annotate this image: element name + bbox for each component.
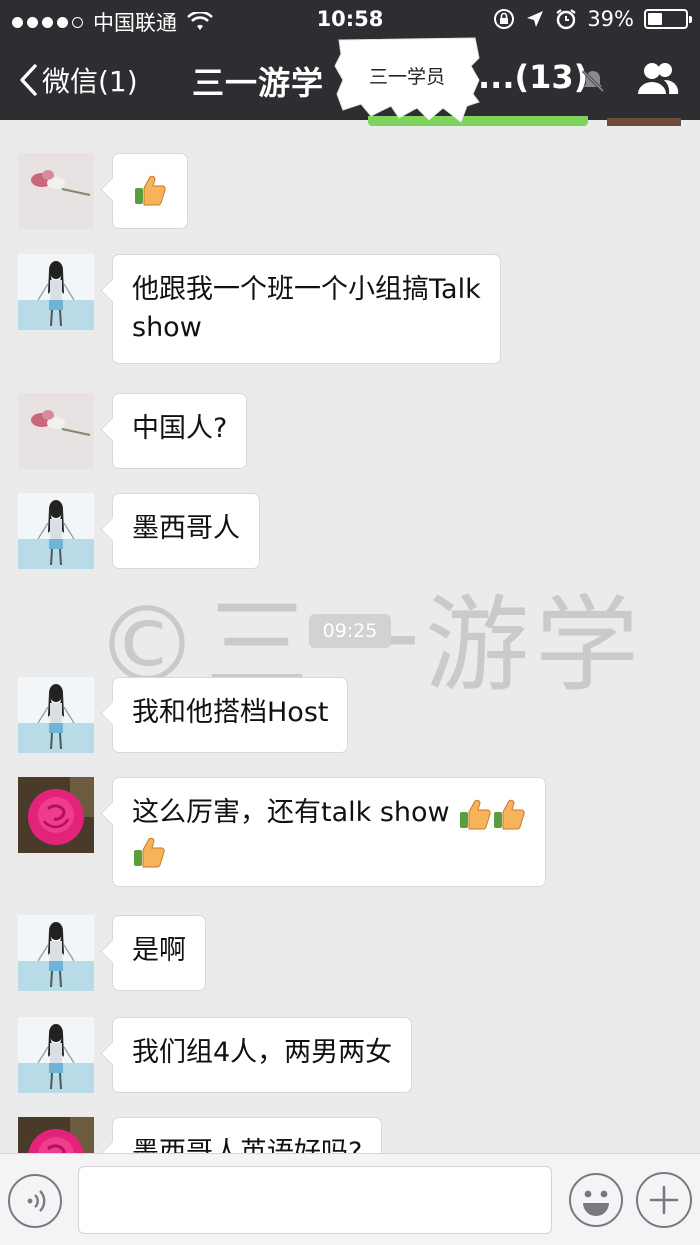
message-bubble[interactable]: 这么厉害，还有talk show [112, 777, 547, 887]
back-button[interactable]: 微信(1) [18, 60, 138, 100]
status-bar: 中国联通 10:58 39% [0, 0, 700, 40]
message-row: 中国人? [18, 393, 248, 469]
message-text: show [132, 312, 202, 343]
message-row: 他跟我一个班一个小组搞Talk show [18, 254, 501, 364]
message-row: 是啊 [18, 915, 206, 991]
message-row: 这么厉害，还有talk show [18, 777, 547, 887]
chevron-left-icon [20, 64, 37, 96]
message-bubble[interactable]: 墨西哥人英语好吗? [112, 1117, 383, 1153]
thumbs-up-icon [492, 797, 526, 829]
voice-icon [27, 1190, 46, 1212]
chat-title: 三一游学 [192, 64, 325, 102]
message-bubble[interactable]: 我和他搭档Host [112, 677, 349, 753]
girl-avatar[interactable] [18, 915, 94, 991]
girl-avatar[interactable] [18, 1017, 94, 1093]
timestamp: 09:25 [309, 614, 391, 648]
overlay-label: 三一学员 [368, 66, 445, 88]
message-text: 他跟我一个班一个小组搞Talk [132, 274, 481, 305]
flower-avatar[interactable] [18, 153, 94, 229]
message-row: 我们组4人，两男两女 [18, 1017, 413, 1093]
thumbs-up-icon [458, 797, 492, 829]
mute-icon [581, 69, 605, 93]
member-count: ...(13) [478, 58, 589, 96]
message-text: 中国人? [132, 413, 228, 444]
message-bubble[interactable]: 是啊 [112, 915, 206, 991]
message-bubble[interactable]: 我们组4人，两男两女 [112, 1017, 413, 1093]
battery-icon [644, 9, 692, 29]
input-bar [0, 1153, 700, 1245]
group-members-icon[interactable] [636, 60, 680, 98]
rose-avatar[interactable] [18, 1117, 94, 1153]
message-text: 我们组4人，两男两女 [132, 1037, 393, 1068]
thumbs-up-icon [133, 173, 167, 205]
message-text: 我和他搭档Host [132, 697, 329, 728]
rotation-lock-icon [494, 9, 515, 29]
message-row: 墨西哥人英语好吗? [18, 1117, 383, 1153]
voice-button[interactable] [8, 1174, 62, 1228]
alarm-icon [556, 9, 576, 30]
thumbs-up-icon [132, 835, 166, 867]
girl-avatar[interactable] [18, 254, 94, 330]
emoji-button[interactable] [568, 1172, 624, 1228]
more-button[interactable] [636, 1172, 692, 1228]
girl-avatar[interactable] [18, 677, 94, 753]
message-input[interactable] [78, 1166, 552, 1234]
message-row [18, 153, 188, 229]
plus-icon [650, 1186, 678, 1214]
message-bubble[interactable] [112, 153, 188, 229]
message-bubble[interactable]: 中国人? [112, 393, 248, 469]
battery-percent: 39% [587, 7, 634, 31]
flower-avatar[interactable] [18, 393, 94, 469]
message-bubble[interactable]: 墨西哥人 [112, 493, 260, 569]
message-text: 墨西哥人英语好吗? [132, 1137, 363, 1153]
message-row: 我和他搭档Host [18, 677, 349, 753]
back-label: 微信(1) [42, 65, 138, 98]
message-row: 墨西哥人 [18, 493, 260, 569]
message-text: 墨西哥人 [132, 513, 240, 544]
message-bubble[interactable]: 他跟我一个班一个小组搞Talk show [112, 254, 501, 364]
message-text: 这么厉害，还有talk show [132, 797, 450, 828]
rose-avatar[interactable] [18, 777, 94, 853]
status-right: 39% [493, 7, 692, 31]
girl-avatar[interactable] [18, 493, 94, 569]
message-text: 是啊 [132, 935, 186, 966]
chat-area[interactable]: ©三一游学 09:25 他跟我一个班一个小组搞Talkshow中国人?墨西哥人我… [0, 120, 700, 1153]
location-icon [527, 11, 544, 27]
